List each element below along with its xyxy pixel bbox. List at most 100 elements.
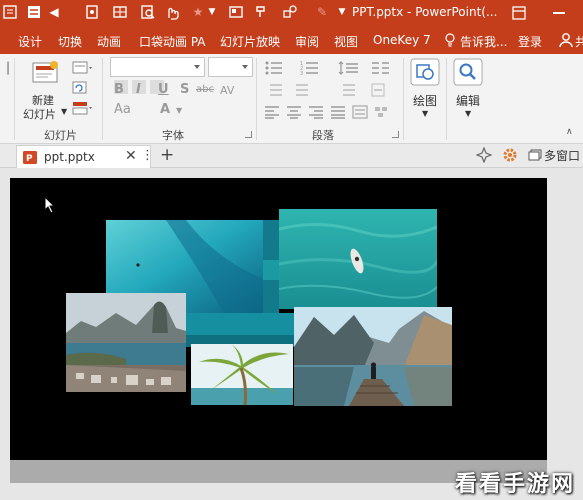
highlight-icon[interactable]: ✎ xyxy=(314,4,330,20)
plus-icon[interactable]: + xyxy=(160,145,174,165)
shapes-icon[interactable] xyxy=(282,4,298,20)
ribbon-tabs: 设计 切换 动画 口袋动画 PA 幻灯片放映 审阅 视图 OneKey 7 告诉… xyxy=(0,26,583,54)
chevron-down-icon[interactable]: ▼ xyxy=(204,4,220,20)
gear-icon[interactable] xyxy=(502,147,518,166)
font-size-dropdown[interactable] xyxy=(208,57,253,77)
divider xyxy=(256,58,257,140)
chevron-down-icon[interactable]: ▼ xyxy=(465,109,471,118)
photo-rio-harbor[interactable] xyxy=(66,293,186,392)
font-family-dropdown[interactable] xyxy=(110,57,205,77)
tell-me-search[interactable]: 告诉我... xyxy=(460,33,507,50)
smartart-icon[interactable] xyxy=(374,104,394,123)
new-slide-label-2[interactable]: 幻灯片 xyxy=(23,106,56,122)
tab-transitions[interactable]: 切换 xyxy=(58,33,82,50)
plugin-icon[interactable] xyxy=(475,146,493,166)
table-icon[interactable] xyxy=(112,4,128,20)
watermark: 看看手游网 xyxy=(455,472,576,497)
drawing-label[interactable]: 绘图 xyxy=(413,92,437,109)
sign-in-link[interactable]: 登录 xyxy=(518,33,542,50)
numbering-icon[interactable]: 123 xyxy=(300,60,330,80)
chevron-down-icon[interactable]: ▼ xyxy=(61,107,67,116)
format-painter-icon[interactable] xyxy=(254,4,270,20)
multi-window-button[interactable]: 多窗口 xyxy=(544,147,580,164)
lightbulb-icon xyxy=(444,33,456,47)
group-label-font: 字体 xyxy=(162,129,184,142)
minimize-icon[interactable] xyxy=(553,12,565,14)
strikethrough-button[interactable]: abc xyxy=(196,84,214,95)
shadow-button[interactable]: S xyxy=(180,82,189,97)
svg-text:3: 3 xyxy=(300,71,303,76)
tab-animations[interactable]: 动画 xyxy=(97,33,121,50)
photo-paddleboard[interactable] xyxy=(279,209,437,309)
photo-mountain-lake[interactable] xyxy=(294,307,452,406)
doc-tab-ppt[interactable]: P ppt.pptx ✕ ⋮ xyxy=(16,145,154,168)
reset-icon[interactable] xyxy=(72,80,88,99)
divider xyxy=(102,58,103,140)
align-left-icon[interactable] xyxy=(264,104,280,123)
tab-design[interactable]: 设计 xyxy=(18,33,42,50)
collapse-ribbon-icon[interactable]: ∧ xyxy=(566,127,573,137)
line-spacing-icon[interactable] xyxy=(338,60,364,80)
chevron-down-icon[interactable]: ▼ xyxy=(176,106,182,115)
align-right-icon[interactable] xyxy=(308,104,324,123)
doc-tab-label: ppt.pptx xyxy=(44,150,95,164)
decrease-indent-icon[interactable] xyxy=(264,82,284,101)
text-direction-icon[interactable] xyxy=(340,82,362,101)
document-tab-bar: P ppt.pptx ✕ ⋮ + 多窗口 xyxy=(0,144,583,168)
editing-area xyxy=(0,168,583,500)
tab-pocket-animation[interactable]: 口袋动画 PA xyxy=(139,33,206,50)
list-icon[interactable] xyxy=(26,4,42,20)
zoom-doc-icon[interactable] xyxy=(140,4,156,20)
photo-overlap-strip xyxy=(263,220,279,318)
columns-icon[interactable] xyxy=(370,60,396,80)
underline-button[interactable]: U xyxy=(158,82,169,97)
print-preview-icon[interactable] xyxy=(84,4,100,20)
align-text-icon[interactable] xyxy=(370,82,392,101)
divider xyxy=(446,58,447,140)
ribbon-display-icon[interactable] xyxy=(512,5,526,20)
font-dialog-launcher[interactable] xyxy=(245,131,252,138)
font-color-button[interactable]: A xyxy=(160,102,170,117)
align-center-icon[interactable] xyxy=(286,104,302,123)
tab-review[interactable]: 审阅 xyxy=(295,33,319,50)
increase-indent-icon[interactable] xyxy=(290,82,310,101)
tab-view[interactable]: 视图 xyxy=(334,33,358,50)
italic-button[interactable]: I xyxy=(136,82,141,97)
cursor-icon xyxy=(44,195,56,214)
tab-onekey[interactable]: OneKey 7 xyxy=(373,33,431,47)
layout-icon[interactable] xyxy=(228,4,244,20)
change-case-button[interactable]: Aa xyxy=(114,102,131,117)
new-slide-icon[interactable] xyxy=(30,60,60,90)
chevron-down-icon[interactable]: ▼ xyxy=(422,109,428,118)
divider xyxy=(403,58,404,140)
char-spacing-button[interactable]: AV xyxy=(220,84,234,97)
more-icon[interactable]: ⋮ xyxy=(141,148,154,163)
distribute-icon[interactable] xyxy=(352,104,368,123)
tab-share[interactable]: 共 xyxy=(575,33,583,50)
divider xyxy=(14,58,15,140)
chevron-down-icon[interactable]: ▼ xyxy=(334,4,350,20)
ribbon: ▕ 新建 幻灯片 ▼ 幻灯片 B I U S abc AV Aa A ▼ 字体 … xyxy=(0,54,583,144)
svg-text:P: P xyxy=(26,154,33,164)
person-icon[interactable] xyxy=(559,32,573,48)
bold-button[interactable]: B xyxy=(114,82,124,97)
drawing-button[interactable] xyxy=(410,58,440,90)
close-icon[interactable]: ✕ xyxy=(125,148,137,164)
section-icon[interactable] xyxy=(72,100,94,119)
editing-label[interactable]: 编辑 xyxy=(456,92,480,109)
window-icon[interactable] xyxy=(528,149,542,164)
justify-icon[interactable] xyxy=(330,104,346,123)
touch-icon[interactable] xyxy=(164,4,180,20)
paragraph-dialog-launcher[interactable] xyxy=(392,131,399,138)
slide-canvas[interactable] xyxy=(10,178,547,460)
ppt-icon: P xyxy=(22,150,38,165)
text-doc-icon[interactable] xyxy=(2,4,18,20)
tab-slideshow[interactable]: 幻灯片放映 xyxy=(220,33,280,50)
find-button[interactable] xyxy=(453,58,483,90)
layout-icon[interactable] xyxy=(72,60,94,79)
bullets-icon[interactable] xyxy=(264,60,294,80)
photo-palm-tree[interactable] xyxy=(191,344,293,405)
photo-teal-band xyxy=(186,313,296,347)
back-icon[interactable]: ◀ xyxy=(46,4,62,20)
clipped-control[interactable]: ▕ xyxy=(0,62,8,75)
